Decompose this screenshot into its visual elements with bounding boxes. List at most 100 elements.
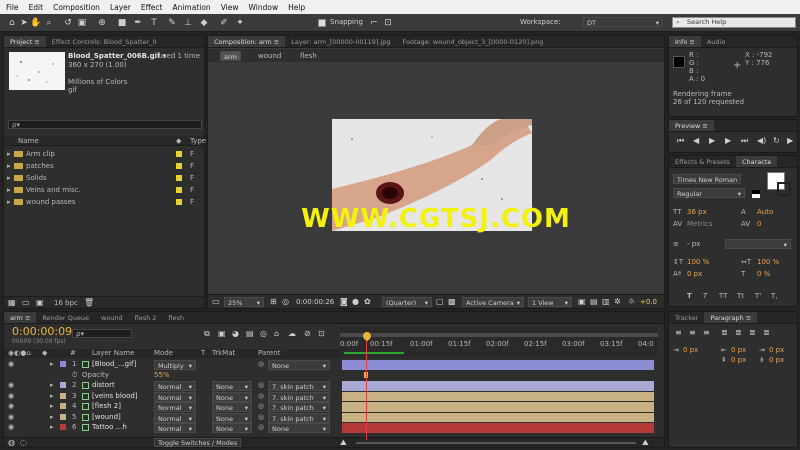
mask-icon[interactable]: ◎ [282,297,289,307]
parent-pickwhip-icon[interactable]: ◎ [258,401,264,412]
layer-row[interactable]: ◉ ▸ 6 Tattoo ...h Normal ▾ None ▾ ◎ None ▾ [4,422,664,433]
font-family-select[interactable]: Times New Roman▾ [673,174,741,194]
tab-render-queue[interactable]: Render Queue [36,312,95,323]
blend-mode-select[interactable]: Normal ▾ [154,402,196,412]
play-icon[interactable]: ▶ [709,136,715,146]
clone-tool-icon[interactable]: ⊥ [182,17,194,29]
menu-animation[interactable]: Animation [172,3,210,12]
label-swatch[interactable] [176,151,182,157]
project-item[interactable]: ▸ patches F [4,160,204,172]
tab-flesh-2[interactable]: flesh 2 [129,312,163,323]
track-matte-select[interactable]: None ▾ [212,381,252,391]
layer-label-color[interactable] [60,403,66,409]
visibility-eye-icon[interactable]: ◉ [8,412,14,423]
layer-row[interactable]: ◉ ▸ 1 [Blood_...gif] Multiply ▾ ◎ None ▾ [4,359,664,370]
track-matte-select[interactable]: None ▾ [212,402,252,412]
visibility-eye-icon[interactable]: ◉ [8,401,14,412]
label-swatch[interactable] [176,187,182,193]
camera-select[interactable]: Active Camera ▾ [462,297,524,307]
roi-icon[interactable]: ▢ [436,297,444,307]
project-item[interactable]: ▸ Solids F [4,172,204,184]
layer-row[interactable]: ◉ ▸ 4 [flesh 2] Normal ▾ None ▾ ◎ 7. skin patch ▾ [4,401,664,412]
bit-depth-button[interactable]: 16 bpc [54,299,78,307]
project-search-input[interactable]: ρ▾ [8,120,202,129]
baseline-shift-value[interactable]: 0 px [687,270,702,278]
layer-label-color[interactable] [60,361,66,367]
first-line-indent-value[interactable]: 0 px [769,346,784,354]
column-layer-name[interactable]: Layer Name [92,349,134,357]
layer-label-color[interactable] [60,382,66,388]
indent-left-value[interactable]: 0 px [683,346,698,354]
transparency-grid-icon[interactable]: ▩ [448,297,456,307]
snap-icon[interactable]: ⌐ [368,17,380,29]
visibility-eye-icon[interactable]: ◉ [8,380,14,391]
vertical-scale-value[interactable]: 100 % [687,258,709,266]
audio-icon[interactable]: ◀) [757,136,766,146]
trash-icon[interactable]: 🗑 [84,298,94,308]
label-swatch[interactable] [176,199,182,205]
live-update-icon[interactable]: ☁ [288,329,296,339]
flowchart-icon[interactable]: ✲ [614,297,621,307]
new-folder-icon[interactable]: ▭ [22,298,30,308]
expand-arrow-icon[interactable]: ▸ [50,391,54,402]
property-value[interactable]: 55% [154,370,170,381]
draft-3d-icon[interactable]: ▣ [218,329,226,339]
type-tool-icon[interactable]: T [148,17,160,29]
roto-brush-icon[interactable]: ✐ [218,17,230,29]
font-style-select[interactable]: Regular ▾ [673,188,745,198]
search-help-field[interactable]: ⌕ Search Help [672,17,796,28]
track-matte-select[interactable]: None ▾ [212,423,252,433]
space-before-value[interactable]: 0 px [731,356,746,364]
time-ruler[interactable]: 0:00f 00:15f 01:00f 01:15f 02:00f 02:15f… [340,327,658,357]
expand-arrow-icon[interactable]: ▸ [50,359,54,370]
justify-right-icon[interactable]: ≣ [749,328,756,338]
menu-window[interactable]: Window [249,3,279,12]
font-size-value[interactable]: 36 px [687,208,707,216]
align-center-icon[interactable]: ≡ [689,328,696,338]
snapshot-icon[interactable]: ◙ [340,297,348,307]
layer-name[interactable]: [flesh 2] [92,401,121,412]
first-frame-icon[interactable]: ⏮ [677,136,684,146]
selection-tool-icon[interactable]: ➤ [18,17,30,29]
timeline-search-input[interactable]: ρ▾ [72,329,132,338]
channel-icon[interactable]: ✿ [364,297,371,307]
visibility-eye-icon[interactable]: ◉ [8,391,14,402]
subscript-button[interactable]: T, [771,292,778,300]
project-item[interactable]: ▸ Veins and misc. F [4,184,204,196]
pan-behind-tool-icon[interactable]: ⊕ [96,17,108,29]
layer-label-color[interactable] [60,413,66,420]
toggle-pixel-icon[interactable]: ▣ [578,297,586,307]
superscript-button[interactable]: T' [755,292,761,300]
layer-label-color[interactable] [60,424,66,430]
grid-icon[interactable]: ⊞ [270,297,277,307]
kerning-value[interactable]: Metrics [687,220,712,228]
parent-pickwhip-icon[interactable]: ◎ [258,391,264,402]
blend-mode-select[interactable]: Normal ▾ [154,381,196,391]
track-matte-select[interactable]: None ▾ [212,391,252,402]
new-composition-icon[interactable]: ▣ [36,298,44,308]
parent-select[interactable]: None ▾ [268,360,330,370]
tab-footage[interactable]: Footage: wound_object_3_[0000-0120].png [397,36,550,47]
exposure-icon[interactable]: ☼ [628,297,635,307]
comp-timecode[interactable]: 0:00:00:26 [296,298,334,306]
magnification-select[interactable]: 25% ▾ [224,297,264,307]
footage-name[interactable]: Blood_Spatter_006B.gif ▾ [68,52,166,60]
layer-property-row[interactable]: ⏱ Opacity 55% [4,370,664,381]
menu-composition[interactable]: Composition [53,3,100,12]
show-snapshot-icon[interactable]: ● [352,297,359,307]
visibility-eye-icon[interactable]: ◉ [8,422,14,433]
timeline-icon[interactable]: ▥ [602,297,610,307]
hand-tool-icon[interactable]: ✋ [30,17,42,29]
prev-frame-icon[interactable]: ◀ [693,136,699,146]
space-after-value[interactable]: 0 px [769,356,784,364]
expand-arrow-icon[interactable]: ▸ [7,160,11,172]
label-swatch[interactable] [176,175,182,181]
puppet-tool-icon[interactable]: ✦ [234,17,246,29]
tab-paragraph[interactable]: Paragraph ≡ [704,312,758,323]
graph-editor-icon[interactable]: ⌂ [274,329,279,339]
breadcrumb-arm[interactable]: arm [220,51,241,61]
label-tag-icon[interactable]: ◆ [176,137,181,145]
visibility-eye-icon[interactable]: ◉ [8,359,14,370]
next-frame-icon[interactable]: ▶ [725,136,731,146]
parent-pickwhip-icon[interactable]: ◎ [258,412,264,423]
